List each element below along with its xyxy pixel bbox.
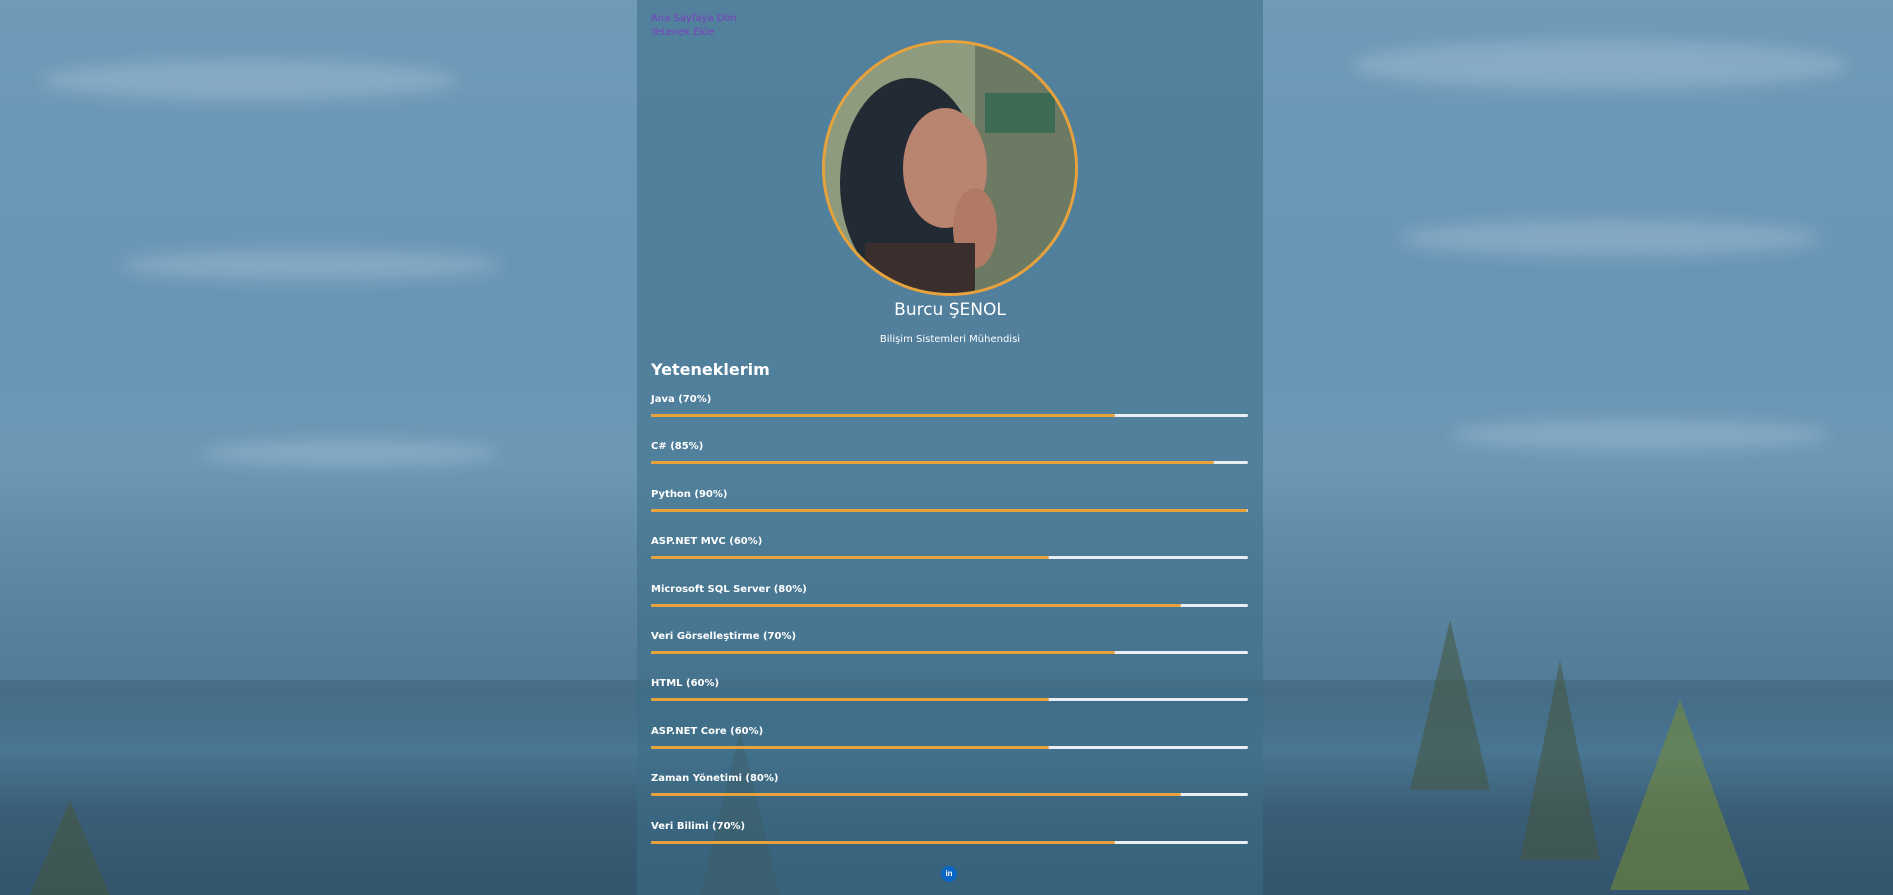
skill-progress-bar: [651, 650, 1248, 654]
skill-progress-bar: [651, 745, 1248, 749]
skills-heading: Yeteneklerim: [651, 360, 770, 379]
cloud-streak: [120, 250, 500, 280]
skill-label: ASP.NET MVC (60%): [651, 536, 763, 548]
skill-progress-bar: [651, 793, 1248, 797]
skill-item: Java (70%): [651, 393, 1248, 440]
skill-progress-fill: [651, 793, 1182, 797]
skill-progress-bar: [651, 556, 1248, 560]
profile-title: Bilişim Sistemleri Mühendisi: [879, 334, 1021, 345]
skill-label: Python (90%): [651, 488, 728, 500]
tree: [1610, 700, 1750, 890]
skill-item: Zaman Yönetimi (80%): [651, 772, 1248, 819]
skill-progress-fill: [651, 840, 1115, 844]
home-link[interactable]: Ana Sayfaya Dön: [651, 12, 737, 26]
cloud-streak: [1400, 220, 1820, 256]
skill-label: Microsoft SQL Server (80%): [651, 583, 807, 595]
add-skill-link[interactable]: Yetenek Ekle: [651, 26, 737, 40]
profile-name: Burcu ŞENOL: [894, 300, 1006, 320]
skill-label: C# (85%): [651, 441, 704, 453]
skills-list: Java (70%) C# (85%) Python (90%) ASP.NET MV…: [651, 393, 1248, 867]
skill-item: HTML (60%): [651, 677, 1248, 724]
skill-label: HTML (60%): [651, 678, 720, 690]
skill-label: Veri Bilimi (70%): [651, 820, 746, 832]
cloud-streak: [1450, 420, 1830, 450]
skill-progress-fill: [651, 650, 1115, 654]
skill-progress-fill: [651, 461, 1215, 465]
skill-label: Java (70%): [651, 394, 712, 405]
cloud-streak: [40, 60, 460, 100]
skill-item: Microsoft SQL Server (80%): [651, 583, 1248, 630]
cloud-streak: [200, 440, 500, 466]
skill-label: ASP.NET Core (60%): [651, 725, 764, 737]
skill-progress-bar: [651, 840, 1248, 844]
skill-item: Python (90%): [651, 488, 1248, 535]
skill-item: Veri Görselleştirme (70%): [651, 630, 1248, 677]
tree: [1410, 620, 1490, 790]
skill-progress-bar: [651, 603, 1248, 607]
skill-progress-bar: [651, 508, 1248, 512]
skill-item: ASP.NET MVC (60%): [651, 535, 1248, 582]
skill-label: Zaman Yönetimi (80%): [651, 773, 779, 785]
skill-progress-fill: [651, 745, 1049, 749]
skill-progress-bar: [651, 698, 1248, 702]
skill-item: C# (85%): [651, 440, 1248, 487]
tree: [1520, 660, 1600, 860]
top-nav: Ana Sayfaya Dön Yetenek Ekle: [651, 12, 737, 40]
skill-progress-fill: [651, 603, 1182, 607]
tree: [30, 800, 110, 895]
skill-item: Veri Bilimi (70%): [651, 820, 1248, 867]
skill-progress-bar: [651, 461, 1248, 465]
skill-progress-fill: [651, 508, 1248, 512]
skill-item: ASP.NET Core (60%): [651, 725, 1248, 772]
linkedin-icon[interactable]: in: [941, 866, 957, 882]
skill-progress-fill: [651, 556, 1049, 560]
skill-progress-fill: [651, 698, 1049, 702]
cloud-streak: [1350, 40, 1850, 90]
skill-progress-bar: [651, 414, 1248, 417]
profile-photo: [822, 40, 1078, 296]
skill-label: Veri Görselleştirme (70%): [651, 630, 797, 642]
skill-progress-fill: [651, 414, 1115, 417]
